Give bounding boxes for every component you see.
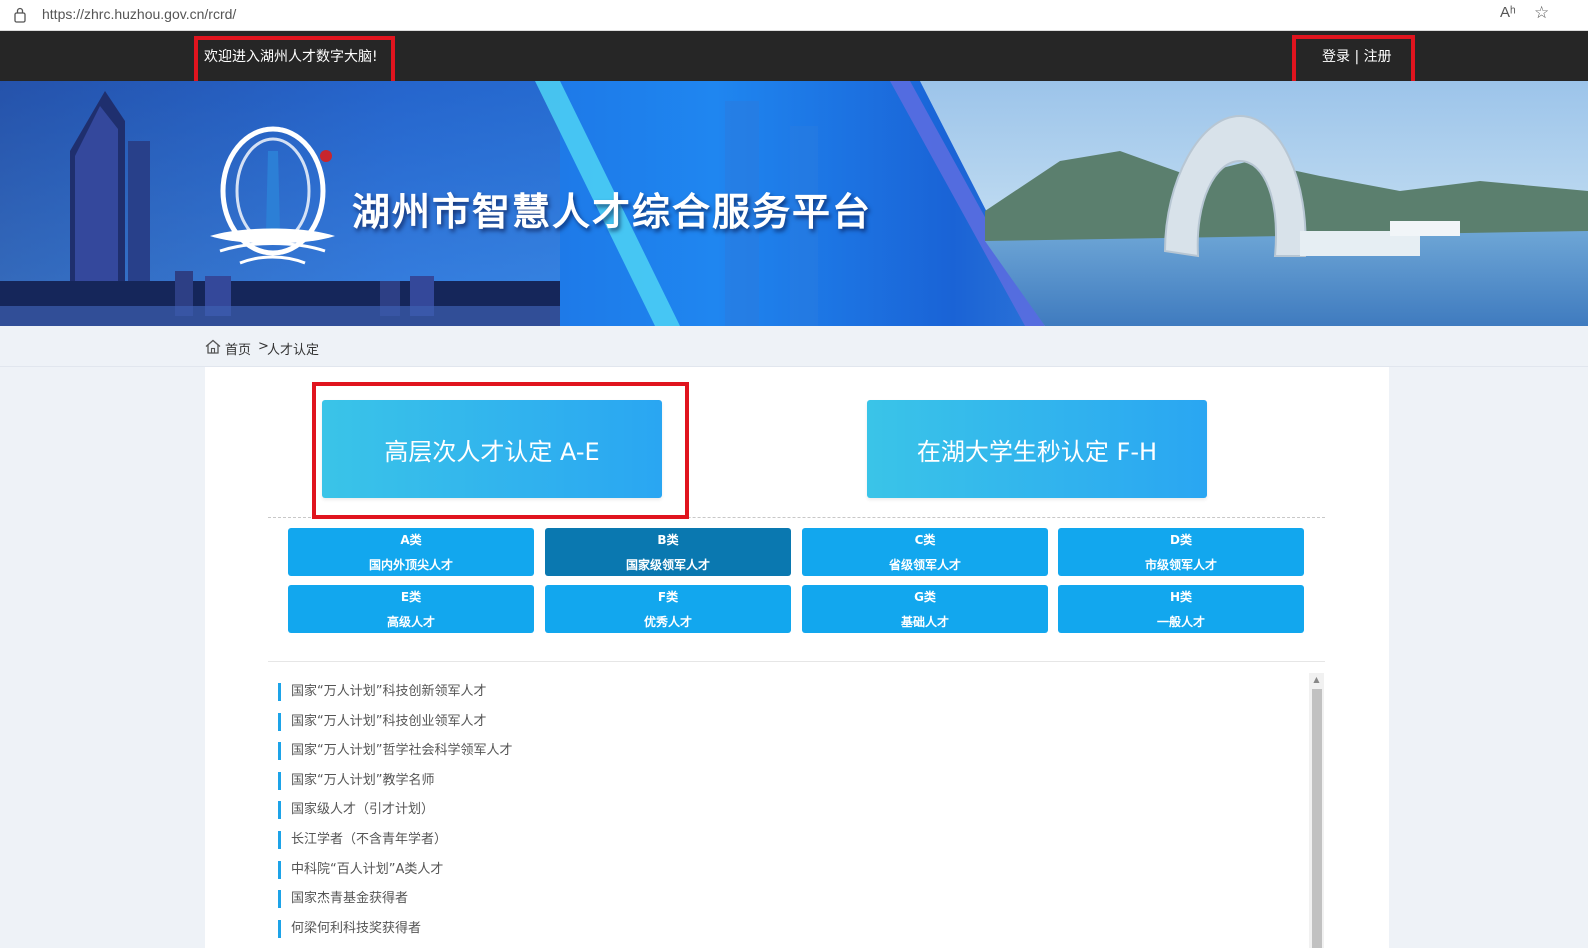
list-item-label: 国家级人才（引才计划） (291, 802, 435, 818)
category-code: G类 (914, 590, 936, 604)
auth-divider: | (1350, 49, 1364, 65)
list-item-label: 国家“万人计划”科技创新领军人才 (291, 684, 487, 699)
list-item[interactable]: 长江学者（不含青年学者） (278, 825, 1298, 855)
list-item[interactable]: 国家“万人计划”教学名师 (278, 766, 1298, 796)
content-panel: 高层次人才认定 A-E 在湖大学生秒认定 F-H A类 国内外顶尖人才 B类 国… (205, 367, 1389, 948)
category-b-button[interactable]: B类 国家级领军人才 (545, 528, 791, 576)
welcome-text: 欢迎进入湖州人才数字大脑! (204, 49, 378, 65)
category-code: H类 (1169, 590, 1193, 604)
list-item-label: 长江学者（不含青年学者） (291, 831, 448, 847)
list-item-label: 国家杰青基金获得者 (291, 891, 409, 907)
dashed-divider (268, 517, 1325, 518)
list-item-label: 中科院“百人计划”A类人才 (291, 861, 444, 877)
category-code: B类 (657, 533, 679, 547)
list-marker (278, 771, 281, 790)
category-code: E类 (400, 590, 422, 604)
list-marker (278, 860, 281, 879)
list-item-label: 国家“万人计划”哲学社会科学领军人才 (291, 743, 513, 759)
home-icon (205, 339, 221, 354)
category-f-button[interactable]: F类 优秀人才 (545, 585, 791, 633)
login-link[interactable]: 登录 (1322, 49, 1350, 65)
list-marker (278, 712, 281, 731)
list-marker (278, 683, 281, 701)
category-name: 一般人才 (1156, 615, 1205, 629)
list-scrollbar[interactable]: ▲ (1309, 673, 1324, 948)
college-student-label: 在湖大学生秒认定 F-H (916, 437, 1158, 466)
category-e-button[interactable]: E类 高级人才 (288, 585, 534, 633)
category-code: D类 (1170, 533, 1192, 547)
list-marker (278, 742, 281, 761)
list-item[interactable]: 国家“万人计划”科技创业领军人才 (278, 707, 1298, 737)
category-h-button[interactable]: H类 一般人才 (1058, 585, 1304, 633)
url-text[interactable]: https://zhrc.huzhou.gov.cn/rcrd/ (42, 6, 236, 22)
category-g-button[interactable]: G类 基础人才 (802, 585, 1048, 633)
category-code: F类 (657, 590, 679, 604)
list-item[interactable]: 中科院“百人计划”A类人才 (278, 855, 1298, 885)
talent-list: 国家“万人计划”科技创新领军人才 国家“万人计划”科技创业领军人才 国家“万人计… (278, 677, 1298, 943)
category-name: 国内外顶尖人才 (368, 558, 453, 572)
list-item[interactable]: 何梁何利科技奖获得者 (278, 914, 1298, 944)
banner-title: 湖州市智慧人才综合服务平台 (352, 190, 873, 234)
list-item[interactable]: 国家“万人计划”哲学社会科学领军人才 (278, 736, 1298, 766)
list-item-label: 国家“万人计划”科技创业领军人才 (291, 713, 487, 729)
auth-links: 登录 | 注册 (1322, 46, 1392, 66)
high-level-talent-label: 高层次人才认定 A-E (384, 437, 600, 466)
list-item[interactable]: 国家“万人计划”科技创新领军人才 (278, 677, 1298, 707)
category-c-button[interactable]: C类 省级领军人才 (802, 528, 1048, 576)
category-name: 基础人才 (900, 615, 949, 629)
breadcrumb: 首页 > 人才认定 (0, 326, 1588, 367)
browser-address-bar: https://zhrc.huzhou.gov.cn/rcrd/ Aʰ ☆ (0, 0, 1588, 31)
category-name: 高级人才 (386, 615, 435, 629)
list-item[interactable]: 国家杰青基金获得者 (278, 884, 1298, 914)
list-marker (278, 830, 281, 849)
breadcrumb-home-link[interactable]: 首页 (225, 339, 251, 358)
solid-divider (268, 661, 1325, 662)
category-name: 省级领军人才 (888, 558, 961, 572)
list-item[interactable]: 国家级人才（引才计划） (278, 795, 1298, 825)
category-code: A类 (400, 533, 422, 547)
favorite-star-icon[interactable]: ☆ (1534, 3, 1549, 23)
category-d-button[interactable]: D类 市级领军人才 (1058, 528, 1304, 576)
register-link[interactable]: 注册 (1364, 49, 1392, 65)
list-marker (278, 801, 281, 820)
breadcrumb-current: 人才认定 (267, 343, 320, 358)
high-level-talent-button[interactable]: 高层次人才认定 A-E (322, 400, 662, 498)
top-bar: 欢迎进入湖州人才数字大脑! 登录 | 注册 (0, 31, 1588, 81)
category-name: 优秀人才 (643, 615, 692, 629)
list-item-label: 何梁何利科技奖获得者 (291, 920, 422, 936)
list-item-label: 国家“万人计划”教学名师 (291, 772, 435, 788)
lock-icon (14, 7, 26, 23)
category-name: 市级领军人才 (1144, 558, 1217, 572)
category-a-button[interactable]: A类 国内外顶尖人才 (288, 528, 534, 576)
scroll-thumb[interactable] (1312, 689, 1322, 948)
category-name: 国家级领军人才 (625, 558, 710, 572)
college-student-button[interactable]: 在湖大学生秒认定 F-H (867, 400, 1207, 498)
list-marker (278, 890, 281, 909)
read-aloud-icon[interactable]: Aʰ (1500, 4, 1516, 21)
scroll-up-arrow-icon[interactable]: ▲ (1309, 673, 1324, 687)
hero-banner: 湖州市智慧人才综合服务平台 (0, 81, 1588, 326)
list-marker (278, 919, 281, 938)
category-code: C类 (914, 533, 936, 547)
